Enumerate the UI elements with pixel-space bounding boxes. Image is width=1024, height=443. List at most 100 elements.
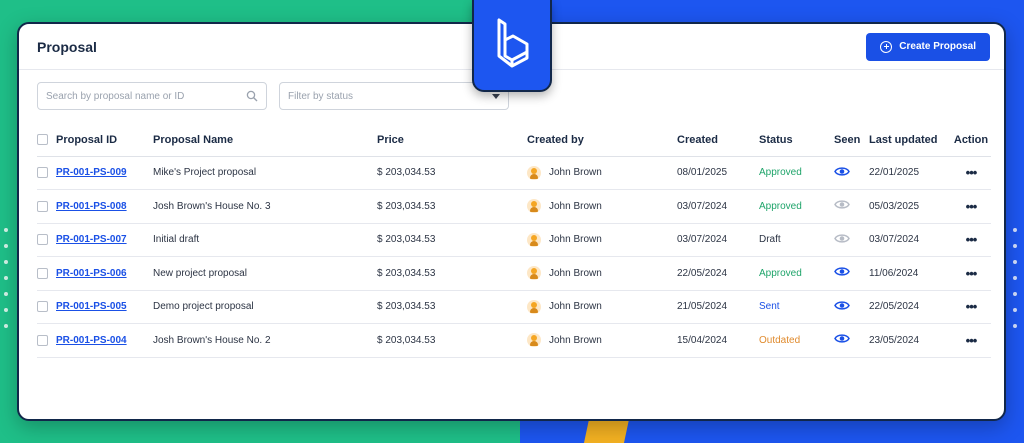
cell-seen bbox=[834, 290, 869, 324]
eye-icon[interactable] bbox=[834, 333, 850, 344]
cell-proposal-id: PR-001-PS-007 bbox=[37, 223, 153, 257]
filter-bar: Search by proposal name or ID Filter by … bbox=[37, 82, 509, 110]
proposal-id-link[interactable]: PR-001-PS-007 bbox=[56, 234, 127, 245]
table-row[interactable]: PR-001-PS-009 Mike's Project proposal $ 20… bbox=[37, 156, 991, 190]
cell-created-by: John Brown bbox=[527, 256, 677, 291]
create-proposal-button[interactable]: Create Proposal bbox=[866, 32, 990, 61]
row-checkbox[interactable] bbox=[37, 334, 48, 346]
more-dots-icon[interactable]: ••• bbox=[966, 333, 978, 348]
building-block-logo-icon bbox=[497, 18, 529, 68]
cell-status: Approved bbox=[759, 189, 834, 224]
cell-last-updated: 03/07/2024 bbox=[869, 223, 951, 257]
proposal-id-link[interactable]: PR-001-PS-005 bbox=[56, 301, 127, 312]
table-row[interactable]: PR-001-PS-006 New project proposal $ 203,0… bbox=[37, 256, 991, 291]
creator-name: John Brown bbox=[549, 200, 602, 212]
person-avatar-icon bbox=[527, 333, 541, 348]
cell-created: 21/05/2024 bbox=[677, 290, 759, 324]
cell-status: Sent bbox=[759, 290, 834, 324]
cell-last-updated: 05/03/2025 bbox=[869, 189, 951, 224]
search-placeholder: Search by proposal name or ID bbox=[46, 90, 185, 102]
status-filter-placeholder: Filter by status bbox=[288, 90, 354, 102]
cell-price: $ 203,034.53 bbox=[377, 156, 527, 190]
cell-price: $ 203,034.53 bbox=[377, 223, 527, 257]
cell-action: ••• bbox=[951, 256, 991, 291]
cell-created: 22/05/2024 bbox=[677, 256, 759, 291]
column-price[interactable]: Price bbox=[377, 124, 527, 157]
search-icon[interactable] bbox=[246, 90, 258, 102]
row-checkbox[interactable] bbox=[37, 267, 48, 279]
chevron-down-icon bbox=[492, 93, 500, 99]
person-avatar-icon bbox=[527, 266, 541, 281]
cell-action: ••• bbox=[951, 323, 991, 358]
table-row[interactable]: PR-001-PS-007 Initial draft $ 203,034.53 Jo… bbox=[37, 223, 991, 257]
creator-name: John Brown bbox=[549, 267, 602, 279]
column-created[interactable]: Created bbox=[677, 124, 759, 157]
cell-created-by: John Brown bbox=[527, 189, 677, 224]
column-proposal-id[interactable]: Proposal ID bbox=[37, 124, 153, 157]
creator-name: John Brown bbox=[549, 334, 602, 346]
more-dots-icon[interactable]: ••• bbox=[966, 232, 978, 247]
cell-seen bbox=[834, 223, 869, 257]
column-proposal-name[interactable]: Proposal Name bbox=[153, 124, 377, 157]
proposal-table: Proposal ID Proposal Name Price Created … bbox=[37, 124, 991, 358]
page-title: Proposal bbox=[37, 38, 97, 55]
person-avatar-icon bbox=[527, 299, 541, 314]
cell-proposal-name: Josh Brown's House No. 2 bbox=[153, 323, 377, 358]
brand-logo bbox=[472, 0, 552, 92]
cell-proposal-name: Mike's Project proposal bbox=[153, 156, 377, 190]
cell-status: Approved bbox=[759, 256, 834, 291]
creator-name: John Brown bbox=[549, 234, 602, 246]
more-dots-icon[interactable]: ••• bbox=[966, 199, 978, 214]
cell-created: 03/07/2024 bbox=[677, 189, 759, 224]
cell-proposal-name: Josh Brown's House No. 3 bbox=[153, 189, 377, 224]
cell-seen bbox=[834, 189, 869, 224]
proposal-id-link[interactable]: PR-001-PS-009 bbox=[56, 167, 127, 178]
row-checkbox[interactable] bbox=[37, 167, 48, 179]
cell-seen bbox=[834, 256, 869, 291]
column-seen[interactable]: Seen bbox=[834, 124, 869, 157]
cell-price: $ 203,034.53 bbox=[377, 323, 527, 358]
cell-action: ••• bbox=[951, 189, 991, 224]
row-checkbox[interactable] bbox=[37, 234, 48, 246]
cell-proposal-id: PR-001-PS-006 bbox=[37, 256, 153, 291]
column-status[interactable]: Status bbox=[759, 124, 834, 157]
eye-icon[interactable] bbox=[834, 233, 850, 244]
proposal-id-link[interactable]: PR-001-PS-004 bbox=[56, 335, 127, 346]
column-last-updated[interactable]: Last updated bbox=[869, 124, 951, 157]
eye-icon[interactable] bbox=[834, 199, 850, 210]
cell-created: 15/04/2024 bbox=[677, 323, 759, 358]
cell-created-by: John Brown bbox=[527, 156, 677, 190]
cell-created-by: John Brown bbox=[527, 290, 677, 324]
cell-proposal-name: New project proposal bbox=[153, 256, 377, 291]
table-row[interactable]: PR-001-PS-005 Demo project proposal $ 203,… bbox=[37, 290, 991, 324]
cell-action: ••• bbox=[951, 156, 991, 190]
creator-name: John Brown bbox=[549, 301, 602, 313]
cell-proposal-id: PR-001-PS-005 bbox=[37, 290, 153, 324]
column-created-by[interactable]: Created by bbox=[527, 124, 677, 157]
more-dots-icon[interactable]: ••• bbox=[966, 299, 978, 314]
cell-price: $ 203,034.53 bbox=[377, 290, 527, 324]
cell-seen bbox=[834, 323, 869, 358]
eye-icon[interactable] bbox=[834, 166, 850, 177]
cell-price: $ 203,034.53 bbox=[377, 189, 527, 224]
decorative-dots-right bbox=[1013, 228, 1019, 328]
creator-name: John Brown bbox=[549, 167, 602, 179]
select-all-checkbox[interactable] bbox=[37, 134, 48, 146]
proposal-id-link[interactable]: PR-001-PS-006 bbox=[56, 268, 127, 279]
eye-icon[interactable] bbox=[834, 300, 850, 311]
row-checkbox[interactable] bbox=[37, 200, 48, 212]
more-dots-icon[interactable]: ••• bbox=[966, 266, 978, 281]
table-row[interactable]: PR-001-PS-004 Josh Brown's House No. 2 $ 2… bbox=[37, 323, 991, 358]
row-checkbox[interactable] bbox=[37, 301, 48, 313]
proposal-id-link[interactable]: PR-001-PS-008 bbox=[56, 201, 127, 212]
search-input[interactable]: Search by proposal name or ID bbox=[37, 82, 267, 110]
column-action[interactable]: Action bbox=[951, 124, 991, 157]
person-avatar-icon bbox=[527, 165, 541, 180]
more-dots-icon[interactable]: ••• bbox=[966, 165, 978, 180]
cell-last-updated: 22/05/2024 bbox=[869, 290, 951, 324]
person-avatar-icon bbox=[527, 199, 541, 214]
cell-created-by: John Brown bbox=[527, 223, 677, 257]
table-row[interactable]: PR-001-PS-008 Josh Brown's House No. 3 $ 2… bbox=[37, 189, 991, 224]
eye-icon[interactable] bbox=[834, 266, 850, 277]
cell-created: 08/01/2025 bbox=[677, 156, 759, 190]
